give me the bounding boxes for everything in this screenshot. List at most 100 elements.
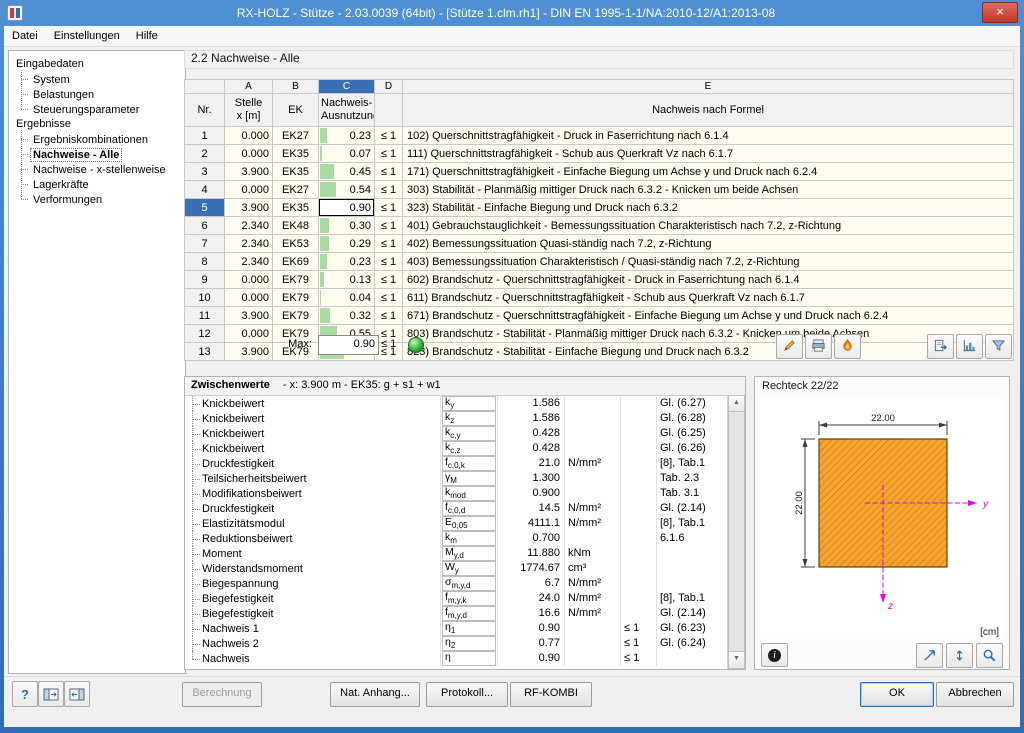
formula-cell[interactable]: 611) Brandschutz - Querschnittstragfähig… xyxy=(403,289,1014,307)
ausnutzung-cell[interactable]: 0.04 xyxy=(319,289,375,307)
pan-view-button[interactable] xyxy=(916,643,943,668)
criterion-cell[interactable]: ≤ 1 xyxy=(375,271,403,289)
formula-cell[interactable]: 303) Stabilität - Planmäßig mittiger Dru… xyxy=(403,181,1014,199)
column-letter-b[interactable]: B xyxy=(273,80,319,94)
sidebar-item-verformungen[interactable]: Verformungen xyxy=(21,192,182,207)
berechnung-button[interactable]: Berechnung xyxy=(182,682,262,707)
stelle-cell[interactable]: 0.000 xyxy=(225,271,273,289)
detail-row[interactable]: Knickbeiwertky1.586Gl. (6.27) xyxy=(186,396,727,411)
header-criterion[interactable] xyxy=(375,94,403,127)
ausnutzung-cell[interactable]: 0.07 xyxy=(319,145,375,163)
row-number-cell[interactable]: 7 xyxy=(185,235,225,253)
export-button[interactable] xyxy=(927,334,954,359)
protokoll-button[interactable]: Protokoll... xyxy=(426,682,508,707)
menu-datei[interactable]: Datei xyxy=(4,27,46,45)
formula-cell[interactable]: 323) Stabilität - Einfache Biegung und D… xyxy=(403,199,1014,217)
stelle-cell[interactable]: 3.900 xyxy=(225,199,273,217)
corner-cell[interactable] xyxy=(185,80,225,94)
menu-einstellungen[interactable]: Einstellungen xyxy=(46,27,128,45)
formula-cell[interactable]: 602) Brandschutz - Querschnittstragfähig… xyxy=(403,271,1014,289)
ek-cell[interactable]: EK69 xyxy=(273,253,319,271)
formula-cell[interactable]: 403) Bemessungssituation Charakteristisc… xyxy=(403,253,1014,271)
stelle-cell[interactable]: 0.000 xyxy=(225,127,273,145)
row-number-cell[interactable]: 5 xyxy=(185,199,225,217)
filter-results-button[interactable] xyxy=(985,334,1012,359)
ok-button[interactable]: OK xyxy=(860,682,934,707)
row-number-cell[interactable]: 9 xyxy=(185,271,225,289)
ek-cell[interactable]: EK53 xyxy=(273,235,319,253)
detail-row[interactable]: Biegefestigkeitfm,y,k24.0N/mm²[8], Tab.1 xyxy=(186,591,727,606)
ausnutzung-cell[interactable]: 0.30 xyxy=(319,217,375,235)
criterion-cell[interactable]: ≤ 1 xyxy=(375,163,403,181)
rf-kombi-button[interactable]: RF-KOMBI xyxy=(510,682,592,707)
criterion-cell[interactable]: ≤ 1 xyxy=(375,181,403,199)
ek-cell[interactable]: EK79 xyxy=(273,289,319,307)
ek-cell[interactable]: EK79 xyxy=(273,271,319,289)
zoom-button[interactable] xyxy=(976,643,1003,668)
ek-cell[interactable]: EK35 xyxy=(273,199,319,217)
ek-cell[interactable]: EK48 xyxy=(273,217,319,235)
row-number-cell[interactable]: 6 xyxy=(185,217,225,235)
scroll-down-button[interactable]: ▼ xyxy=(728,651,745,669)
ausnutzung-cell[interactable]: 0.23 xyxy=(319,127,375,145)
stelle-cell[interactable]: 2.340 xyxy=(225,253,273,271)
stelle-cell[interactable]: 2.340 xyxy=(225,217,273,235)
ek-cell[interactable]: EK35 xyxy=(273,145,319,163)
criterion-cell[interactable]: ≤ 1 xyxy=(375,145,403,163)
detail-row[interactable]: Nachweis 2η20.77≤ 1Gl. (6.24) xyxy=(186,636,727,651)
criterion-cell[interactable]: ≤ 1 xyxy=(375,235,403,253)
detail-row[interactable]: Knickbeiwertkc,z0.428Gl. (6.26) xyxy=(186,441,727,456)
detail-row[interactable]: Knickbeiwertkz1.586Gl. (6.28) xyxy=(186,411,727,426)
sidebar-item-system[interactable]: System xyxy=(21,72,182,87)
details-scrollbar[interactable]: ▲ ▼ xyxy=(727,395,745,669)
formula-cell[interactable]: 171) Querschnittstragfähigkeit - Einfach… xyxy=(403,163,1014,181)
titlebar[interactable]: RX-HOLZ - Stütze - 2.03.0039 (64bit) - [… xyxy=(0,0,1024,26)
stelle-cell[interactable]: 2.340 xyxy=(225,235,273,253)
fire-protection-button[interactable] xyxy=(834,334,861,359)
criterion-cell[interactable]: ≤ 1 xyxy=(375,307,403,325)
result-diagram-button[interactable] xyxy=(956,334,983,359)
detail-row[interactable]: Biegefestigkeitfm,y,d16.6N/mm²Gl. (2.14) xyxy=(186,606,727,621)
detail-row[interactable]: Knickbeiwertkc,y0.428Gl. (6.25) xyxy=(186,426,727,441)
criterion-cell[interactable]: ≤ 1 xyxy=(375,289,403,307)
row-number-cell[interactable]: 10 xyxy=(185,289,225,307)
formula-cell[interactable]: 401) Gebrauchstauglichkeit - Bemessungss… xyxy=(403,217,1014,235)
cancel-button[interactable]: Abbrechen xyxy=(936,682,1014,707)
formula-cell[interactable]: 671) Brandschutz - Querschnittstragfähig… xyxy=(403,307,1014,325)
detail-row[interactable]: Reduktionsbeiwertkm0.7006.1.6 xyxy=(186,531,727,546)
stelle-cell[interactable]: 3.900 xyxy=(225,307,273,325)
ausnutzung-cell[interactable]: 0.29 xyxy=(319,235,375,253)
row-number-cell[interactable]: 11 xyxy=(185,307,225,325)
criterion-cell[interactable]: ≤ 1 xyxy=(375,217,403,235)
nat-anhang-button[interactable]: Nat. Anhang... xyxy=(330,682,420,707)
stelle-cell[interactable]: 0.000 xyxy=(225,181,273,199)
sidebar-item-belastungen[interactable]: Belastungen xyxy=(21,87,182,102)
criterion-cell[interactable]: ≤ 1 xyxy=(375,253,403,271)
sidebar-item-lagerkraefte[interactable]: Lagerkräfte xyxy=(21,177,182,192)
row-number-cell[interactable]: 3 xyxy=(185,163,225,181)
detail-row[interactable]: Modifikationsbeiwertkmod0.900Tab. 3.1 xyxy=(186,486,727,501)
column-letter-d[interactable]: D xyxy=(375,80,403,94)
detail-row[interactable]: ElastizitätsmodulE0,054111.1N/mm²[8], Ta… xyxy=(186,516,727,531)
sidebar-item-nachweise-x-stellenweise[interactable]: Nachweise - x-stellenweise xyxy=(21,162,182,177)
header-ek[interactable]: EK xyxy=(273,94,319,127)
criterion-cell[interactable]: ≤ 1 xyxy=(375,199,403,217)
detail-row[interactable]: Druckfestigkeitfc,0,k21.0N/mm²[8], Tab.1 xyxy=(186,456,727,471)
header-formel[interactable]: Nachweis nach Formel xyxy=(403,94,1014,127)
ek-cell[interactable]: EK35 xyxy=(273,163,319,181)
menu-hilfe[interactable]: Hilfe xyxy=(128,27,166,45)
scroll-thumb[interactable] xyxy=(728,411,745,653)
stelle-cell[interactable]: 0.000 xyxy=(225,289,273,307)
detail-row[interactable]: Biegespannungσm,y,d6.7N/mm² xyxy=(186,576,727,591)
print-results-button[interactable] xyxy=(805,334,832,359)
info-button[interactable]: i xyxy=(761,643,788,667)
toggle-panel-button[interactable] xyxy=(64,681,90,707)
column-letter-a[interactable]: A xyxy=(225,80,273,94)
toggle-navigator-button[interactable] xyxy=(38,681,64,707)
detail-row[interactable]: TeilsicherheitsbeiwertγM1.300Tab. 2.3 xyxy=(186,471,727,486)
ausnutzung-cell[interactable]: 0.32 xyxy=(319,307,375,325)
ausnutzung-cell[interactable]: 0.45 xyxy=(319,163,375,181)
ek-cell[interactable]: EK27 xyxy=(273,181,319,199)
formula-cell[interactable]: 111) Querschnittstragfähigkeit - Schub a… xyxy=(403,145,1014,163)
detail-row[interactable]: WiderstandsmomentWy1774.67cm³ xyxy=(186,561,727,576)
